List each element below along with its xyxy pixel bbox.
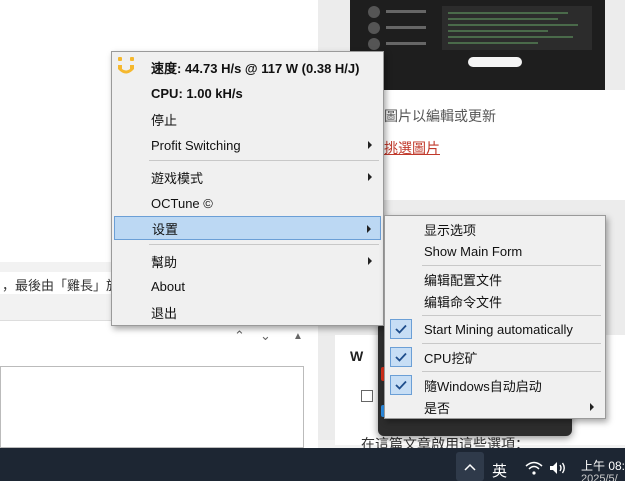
settings-submenu: 显示选项 Show Main Form 编辑配置文件 编辑命令文件 Start … xyxy=(384,215,606,419)
submenu-arrow-icon xyxy=(590,403,594,411)
menu-item-game-mode[interactable]: 遊戏模式 xyxy=(114,165,381,189)
editor-textbox[interactable] xyxy=(0,366,304,448)
input-language-indicator[interactable]: 英 xyxy=(492,460,507,481)
submenu-arrow-icon xyxy=(368,257,372,265)
menu-item-exit[interactable]: 退出 xyxy=(114,300,381,324)
menu-item-stop[interactable]: 停止 xyxy=(114,107,381,131)
chevron-up-icon[interactable]: ⌃ xyxy=(234,328,245,344)
taskbar-date[interactable]: 2025/5/ xyxy=(581,473,618,481)
show-hidden-icons-button[interactable] xyxy=(456,452,484,481)
option-checkbox[interactable] xyxy=(361,390,373,402)
submenu-item-autostart-windows[interactable]: 隨Windows自动启动 xyxy=(387,373,603,397)
chevron-down-icon[interactable]: ⌄ xyxy=(260,328,271,344)
choose-image-link[interactable]: 挑選圖片 xyxy=(384,138,440,158)
menu-separator xyxy=(422,265,601,266)
menu-item-profit-switching[interactable]: Profit Switching xyxy=(114,133,381,157)
menu-item-cpu-rate: CPU: 1.00 kH/s xyxy=(151,85,243,101)
submenu-arrow-icon xyxy=(368,141,372,149)
submenu-item-edit-config[interactable]: 编辑配置文件 xyxy=(387,267,603,291)
volume-icon[interactable] xyxy=(549,461,567,478)
tray-context-menu: 速度: 44.73 H/s @ 117 W (0.38 H/J) CPU: 1.… xyxy=(111,51,384,326)
menu-item-about[interactable]: About xyxy=(114,274,381,298)
submenu-item-edit-commands[interactable]: 编辑命令文件 xyxy=(387,289,603,313)
menu-item-octune[interactable]: OCTune © xyxy=(114,191,381,215)
submenu-item-display-options[interactable]: 显示选项 xyxy=(387,217,603,241)
menu-separator xyxy=(149,160,379,161)
wifi-icon[interactable] xyxy=(525,461,543,478)
menu-item-settings[interactable]: 设置 xyxy=(114,216,381,240)
submenu-arrow-icon xyxy=(368,173,372,181)
menu-separator xyxy=(149,244,379,245)
submenu-arrow-icon xyxy=(367,225,371,233)
featured-image-help: 圖片以編輯或更新 xyxy=(384,108,496,124)
widget-title: W xyxy=(350,348,364,364)
check-icon xyxy=(390,347,412,367)
check-icon xyxy=(390,319,412,339)
menu-item-speed: 速度: 44.73 H/s @ 117 W (0.38 H/J) xyxy=(151,60,360,76)
submenu-item-show-main-form[interactable]: Show Main Form xyxy=(387,239,603,263)
submenu-item-cpu-mining[interactable]: CPU挖矿 xyxy=(387,345,603,369)
menu-item-help[interactable]: 幫助 xyxy=(114,249,381,273)
image-thumbnail[interactable] xyxy=(350,0,605,90)
menu-separator xyxy=(422,371,601,372)
check-icon xyxy=(390,375,412,395)
menu-separator xyxy=(422,315,601,316)
chevron-up-icon xyxy=(464,463,476,471)
submenu-item-start-mining-auto[interactable]: Start Mining automatically xyxy=(387,317,603,341)
taskbar-clock[interactable]: 上午 08: xyxy=(581,459,625,473)
triangle-up-icon[interactable]: ▲ xyxy=(293,331,303,342)
submenu-item-whether[interactable]: 是否 xyxy=(387,395,603,419)
menu-separator xyxy=(422,343,601,344)
